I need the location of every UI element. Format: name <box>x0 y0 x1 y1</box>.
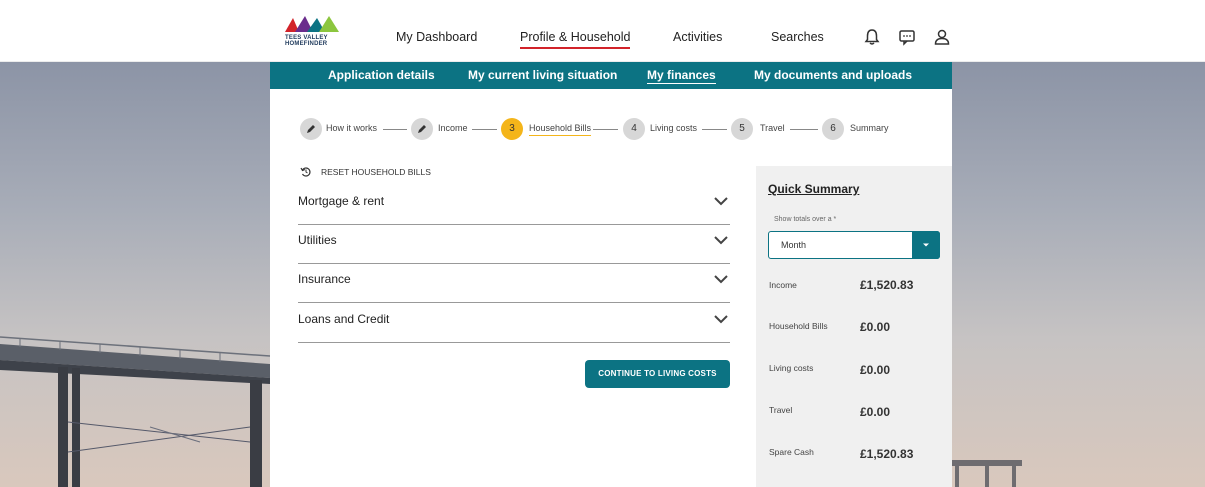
summary-value-living-costs: £0.00 <box>860 363 891 377</box>
pencil-icon <box>307 125 315 133</box>
accordion-insurance[interactable]: Insurance <box>298 263 730 303</box>
summary-value-spare-cash: £1,520.83 <box>860 447 914 461</box>
progress-stepper: How it works Income 3 Household Bills 4 … <box>300 118 900 140</box>
step-label-travel[interactable]: Travel <box>760 123 785 133</box>
subnav-my-finances[interactable]: My finances <box>647 68 716 84</box>
select-toggle[interactable] <box>912 231 940 259</box>
chevron-down-icon <box>714 197 728 206</box>
subnav-documents-uploads[interactable]: My documents and uploads <box>754 68 912 82</box>
nav-searches[interactable]: Searches <box>771 30 824 44</box>
step-6-circle[interactable]: 6 <box>822 118 844 140</box>
continue-to-living-costs-button[interactable]: CONTINUE TO LIVING COSTS <box>585 360 730 388</box>
chevron-down-icon <box>714 236 728 245</box>
reset-household-bills-button[interactable]: RESET HOUSEHOLD BILLS <box>321 167 431 177</box>
step-5-circle[interactable]: 5 <box>731 118 753 140</box>
top-header: TEES VALLEY HOMEFINDER My Dashboard Prof… <box>0 0 1205 62</box>
step-label-living-costs[interactable]: Living costs <box>650 123 697 133</box>
logo-text: TEES VALLEY HOMEFINDER <box>285 35 328 47</box>
caret-down-icon <box>923 243 929 247</box>
accordion-title: Insurance <box>298 272 351 286</box>
accordion-loans-credit[interactable]: Loans and Credit <box>298 303 730 343</box>
step-connector <box>790 129 818 130</box>
accordion-mortgage-rent[interactable]: Mortgage & rent <box>298 185 730 225</box>
quick-summary-title: Quick Summary <box>768 182 860 196</box>
nav-my-dashboard[interactable]: My Dashboard <box>396 30 477 44</box>
chat-icon[interactable] <box>897 27 917 47</box>
step-connector <box>472 129 497 130</box>
summary-label-living-costs: Living costs <box>769 363 814 373</box>
chevron-down-icon <box>714 315 728 324</box>
nav-profile-household[interactable]: Profile & Household <box>520 30 631 49</box>
user-icon[interactable] <box>932 27 952 47</box>
bell-icon[interactable] <box>862 27 882 47</box>
step-label-how-it-works[interactable]: How it works <box>326 123 377 133</box>
step-4-circle[interactable]: 4 <box>623 118 645 140</box>
logo-line-2: HOMEFINDER <box>285 41 328 47</box>
summary-value-income: £1,520.83 <box>860 278 914 292</box>
accordion-title: Loans and Credit <box>298 312 390 326</box>
step-3-circle[interactable]: 3 <box>501 118 523 140</box>
sub-navigation: Application details My current living si… <box>270 62 952 89</box>
accordion-title: Utilities <box>298 233 337 247</box>
reset-icon[interactable] <box>300 166 312 178</box>
summary-label-spare-cash: Spare Cash <box>769 447 814 457</box>
step-1-circle[interactable] <box>300 118 322 140</box>
summary-value-travel: £0.00 <box>860 405 891 419</box>
step-connector <box>383 129 407 130</box>
summary-label-income: Income <box>769 280 797 290</box>
step-connector <box>702 129 727 130</box>
totals-period-select[interactable]: Month <box>768 231 940 259</box>
chevron-down-icon <box>714 275 728 284</box>
step-2-circle[interactable] <box>411 118 433 140</box>
summary-label-travel: Travel <box>769 405 793 415</box>
step-label-household-bills[interactable]: Household Bills <box>529 123 592 136</box>
subnav-application-details[interactable]: Application details <box>328 68 435 82</box>
step-label-summary[interactable]: Summary <box>850 123 889 133</box>
summary-label-household-bills: Household Bills <box>769 321 828 331</box>
step-connector <box>593 129 618 130</box>
pencil-icon <box>418 125 426 133</box>
accordion-title: Mortgage & rent <box>298 194 385 208</box>
accordion-utilities[interactable]: Utilities <box>298 224 730 264</box>
nav-activities[interactable]: Activities <box>673 30 722 44</box>
step-label-income[interactable]: Income <box>438 123 468 133</box>
summary-value-household-bills: £0.00 <box>860 320 891 334</box>
subnav-current-living-situation[interactable]: My current living situation <box>468 68 617 82</box>
totals-period-value: Month <box>781 240 807 250</box>
totals-period-label: Show totals over a * <box>774 216 837 223</box>
